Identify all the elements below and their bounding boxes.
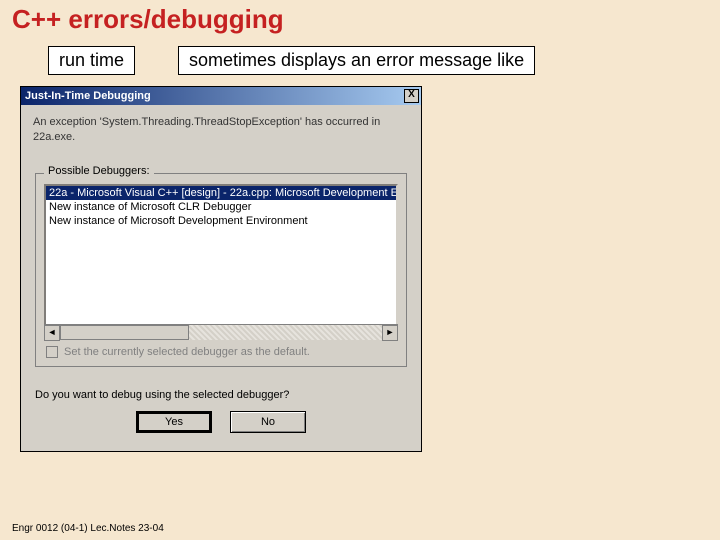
prompt-text: Do you want to debug using the selected … <box>35 389 407 401</box>
default-checkbox-row: Set the currently selected debugger as t… <box>46 346 396 358</box>
dialog-titlebar[interactable]: Just-In-Time Debugging X <box>21 87 421 105</box>
scroll-right-arrow[interactable]: ► <box>382 325 398 341</box>
exception-text: An exception 'System.Threading.ThreadSto… <box>33 115 409 145</box>
message-label: sometimes displays an error message like <box>178 46 535 75</box>
scroll-thumb[interactable] <box>60 325 189 340</box>
debuggers-group: Possible Debuggers: 22a - Microsoft Visu… <box>35 173 407 367</box>
exception-line1: An exception 'System.Threading.ThreadSto… <box>33 116 380 128</box>
list-item[interactable]: New instance of Microsoft Development En… <box>46 214 396 228</box>
no-button[interactable]: No <box>230 411 306 433</box>
debugger-listbox[interactable]: 22a - Microsoft Visual C++ [design] - 22… <box>44 184 398 340</box>
group-label: Possible Debuggers: <box>44 165 154 177</box>
horizontal-scrollbar[interactable]: ◄ ► <box>44 324 398 340</box>
jit-dialog: Just-In-Time Debugging X An exception 'S… <box>20 86 422 452</box>
yes-button[interactable]: Yes <box>136 411 212 433</box>
default-checkbox <box>46 346 58 358</box>
default-checkbox-label: Set the currently selected debugger as t… <box>64 346 310 358</box>
scroll-track[interactable] <box>60 325 382 340</box>
runtime-label: run time <box>48 46 135 75</box>
button-row: Yes No <box>33 411 409 433</box>
close-button[interactable]: X <box>404 89 419 103</box>
list-item[interactable]: New instance of Microsoft CLR Debugger <box>46 200 396 214</box>
slide-footer: Engr 0012 (04-1) Lec.Notes 23-04 <box>12 523 164 534</box>
dialog-title: Just-In-Time Debugging <box>25 90 151 102</box>
slide-title: C++ errors/debugging <box>12 4 284 35</box>
exception-line2: 22a.exe. <box>33 131 75 143</box>
list-item[interactable]: 22a - Microsoft Visual C++ [design] - 22… <box>46 186 396 200</box>
dialog-body: An exception 'System.Threading.ThreadSto… <box>21 105 421 451</box>
scroll-left-arrow[interactable]: ◄ <box>44 325 60 341</box>
